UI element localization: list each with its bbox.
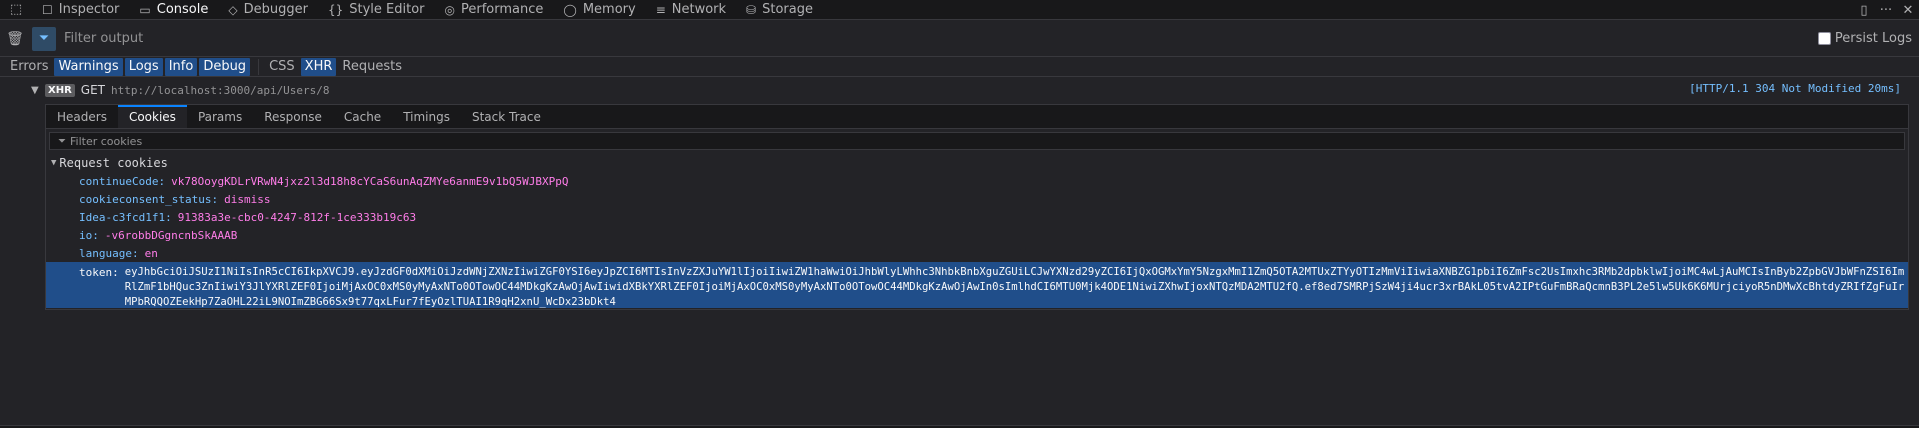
tool-tabs: ☐ Inspector ▭ Console ◇ Debugger {} Style Edito… xyxy=(32,0,823,20)
filter-button-info[interactable]: Info xyxy=(164,57,198,76)
cookie-row-selected[interactable]: token: eyJhbGciOiJSUzI1NiIsInR5cCI6IkpXV… xyxy=(46,262,1908,308)
tool-tab-label: Inspector xyxy=(58,2,120,17)
request-url[interactable]: http://localhost:3000/api/Users/8 xyxy=(111,84,330,97)
details-tab-headers[interactable]: Headers xyxy=(46,105,118,128)
inspector-icon: ☐ xyxy=(42,2,53,17)
section-title: Request cookies xyxy=(59,156,168,170)
filter-button-warnings[interactable]: Warnings xyxy=(54,57,123,76)
devtools-toolbar: ⬚ ☐ Inspector ▭ Console ◇ Debugger {} Style Edi… xyxy=(0,0,1919,20)
debugger-icon: ◇ xyxy=(228,2,238,17)
cookie-row[interactable]: io: -v6robbDGgncnbSkAAAB xyxy=(46,226,1908,244)
filter-buttons: Errors Warnings Logs Info Debug CSS XHR Reques… xyxy=(0,57,1919,77)
cookie-value: en xyxy=(144,246,158,260)
filter-button-debug[interactable]: Debug xyxy=(199,57,251,76)
tool-tab-label: Console xyxy=(156,2,209,17)
close-icon[interactable]: ✕ xyxy=(1897,3,1919,18)
cookie-key: continueCode: xyxy=(79,174,166,188)
style-editor-icon: {} xyxy=(327,2,344,17)
network-icon: ≡ xyxy=(655,2,666,17)
xhr-badge: XHR xyxy=(45,83,75,97)
tool-tab-label: Memory xyxy=(582,2,636,17)
tool-tab-storage[interactable]: ⛁ Storage xyxy=(736,0,823,20)
details-tab-stack-trace[interactable]: Stack Trace xyxy=(461,105,552,128)
request-details-panel: Headers Cookies Params Response Cache Timings… xyxy=(45,104,1909,310)
cookie-key: io: xyxy=(79,228,99,242)
trash-icon[interactable]: 🗑 xyxy=(0,31,30,47)
request-method: GET xyxy=(80,83,105,97)
cookie-row[interactable]: continueCode: vk78OoygKDLrVRwN4jxz2l3d18h… xyxy=(46,172,1908,190)
dock-icon[interactable]: ▯ xyxy=(1853,3,1875,18)
tool-tab-label: Network xyxy=(671,2,727,17)
cookie-filter-box[interactable]: ⏷ xyxy=(49,132,1905,150)
tool-tab-label: Style Editor xyxy=(349,2,425,17)
element-picker-icon[interactable]: ⬚ xyxy=(0,0,32,20)
filter-button-xhr[interactable]: XHR xyxy=(300,57,337,76)
filter-button-logs[interactable]: Logs xyxy=(124,57,163,76)
funnel-icon: ⏷ xyxy=(58,135,66,147)
type-buttons: CSS XHR Requests xyxy=(265,57,408,76)
cookie-list: continueCode: vk78OoygKDLrVRwN4jxz2l3d18h… xyxy=(46,172,1908,262)
filter-button-css[interactable]: CSS xyxy=(265,58,299,76)
performance-icon: ◎ xyxy=(444,2,455,17)
cookie-row[interactable]: cookieconsent_status: dismiss xyxy=(46,190,1908,208)
cookie-value: eyJhbGciOiJSUzI1NiIsInR5cCI6IkpXVCJ9.eyJ… xyxy=(124,266,1905,308)
cookie-key: Idea-c3fcd1f1: xyxy=(79,210,172,224)
cookie-row[interactable]: language: en xyxy=(46,244,1908,262)
persist-logs-checkbox[interactable]: Persist Logs xyxy=(1817,31,1912,46)
details-tab-response[interactable]: Response xyxy=(253,105,333,128)
tool-tab-label: Debugger xyxy=(243,2,308,17)
details-tab-timings[interactable]: Timings xyxy=(392,105,461,128)
network-message-row[interactable]: ▼ XHR GET http://localhost:3000/api/User… xyxy=(0,81,1919,99)
cookie-value: vk78OoygKDLrVRwN4jxz2l3d18h8cYCaS6unAqZM… xyxy=(171,174,569,188)
cookie-value: -v6robbDGgncnbSkAAAB xyxy=(104,228,238,242)
expand-arrow-icon[interactable]: ▼ xyxy=(31,85,41,96)
tool-tab-inspector[interactable]: ☐ Inspector xyxy=(32,0,129,20)
filter-output-input[interactable] xyxy=(64,26,464,51)
details-tab-cache[interactable]: Cache xyxy=(333,105,392,128)
details-tab-params[interactable]: Params xyxy=(187,105,253,128)
filter-button-errors[interactable]: Errors xyxy=(6,58,52,76)
storage-icon: ⛁ xyxy=(746,2,757,17)
filter-cookies-input[interactable] xyxy=(70,134,370,148)
level-buttons: Errors Warnings Logs Info Debug xyxy=(6,57,252,76)
more-options-icon[interactable]: ··· xyxy=(1875,3,1897,18)
cookie-key: cookieconsent_status: xyxy=(79,192,219,206)
persist-logs-label: Persist Logs xyxy=(1834,31,1912,46)
details-tabs: Headers Cookies Params Response Cache Timings… xyxy=(46,105,1908,129)
divider xyxy=(258,58,260,75)
request-cookies-header[interactable]: ▼ Request cookies xyxy=(46,154,1908,172)
tool-tab-debugger[interactable]: ◇ Debugger xyxy=(218,0,318,20)
cookie-value: 91383a3e-cbc0-4247-812f-1ce333b19c63 xyxy=(177,210,417,224)
checkbox-box[interactable] xyxy=(1817,32,1831,45)
tool-tab-performance[interactable]: ◎ Performance xyxy=(435,0,554,20)
tool-tab-console[interactable]: ▭ Console xyxy=(129,0,218,20)
console-filter-bar: 🗑 ⏷ Persist Logs xyxy=(0,21,1919,57)
request-status[interactable]: [HTTP/1.1 304 Not Modified 20ms] xyxy=(1689,82,1901,95)
filter-toggle-icon[interactable]: ⏷ xyxy=(32,26,56,51)
tool-tab-network[interactable]: ≡ Network xyxy=(646,0,736,20)
cookie-key: token: xyxy=(79,266,119,279)
collapse-arrow-icon[interactable]: ▼ xyxy=(51,158,56,168)
tool-tab-memory[interactable]: ◯ Memory xyxy=(553,0,645,20)
tool-tab-label: Performance xyxy=(460,2,544,17)
cookie-key: language: xyxy=(79,246,139,260)
toolbar-right: ▯ ··· ✕ xyxy=(1853,0,1919,20)
tool-tab-label: Storage xyxy=(762,2,813,17)
cookie-value: dismiss xyxy=(224,192,271,206)
tool-tab-style-editor[interactable]: {} Style Editor xyxy=(318,0,435,20)
details-tab-cookies[interactable]: Cookies xyxy=(117,105,187,128)
memory-icon: ◯ xyxy=(563,2,577,17)
console-icon: ▭ xyxy=(139,2,151,17)
cookie-row[interactable]: Idea-c3fcd1f1: 91383a3e-cbc0-4247-812f-1c… xyxy=(46,208,1908,226)
filter-button-requests[interactable]: Requests xyxy=(338,58,406,76)
